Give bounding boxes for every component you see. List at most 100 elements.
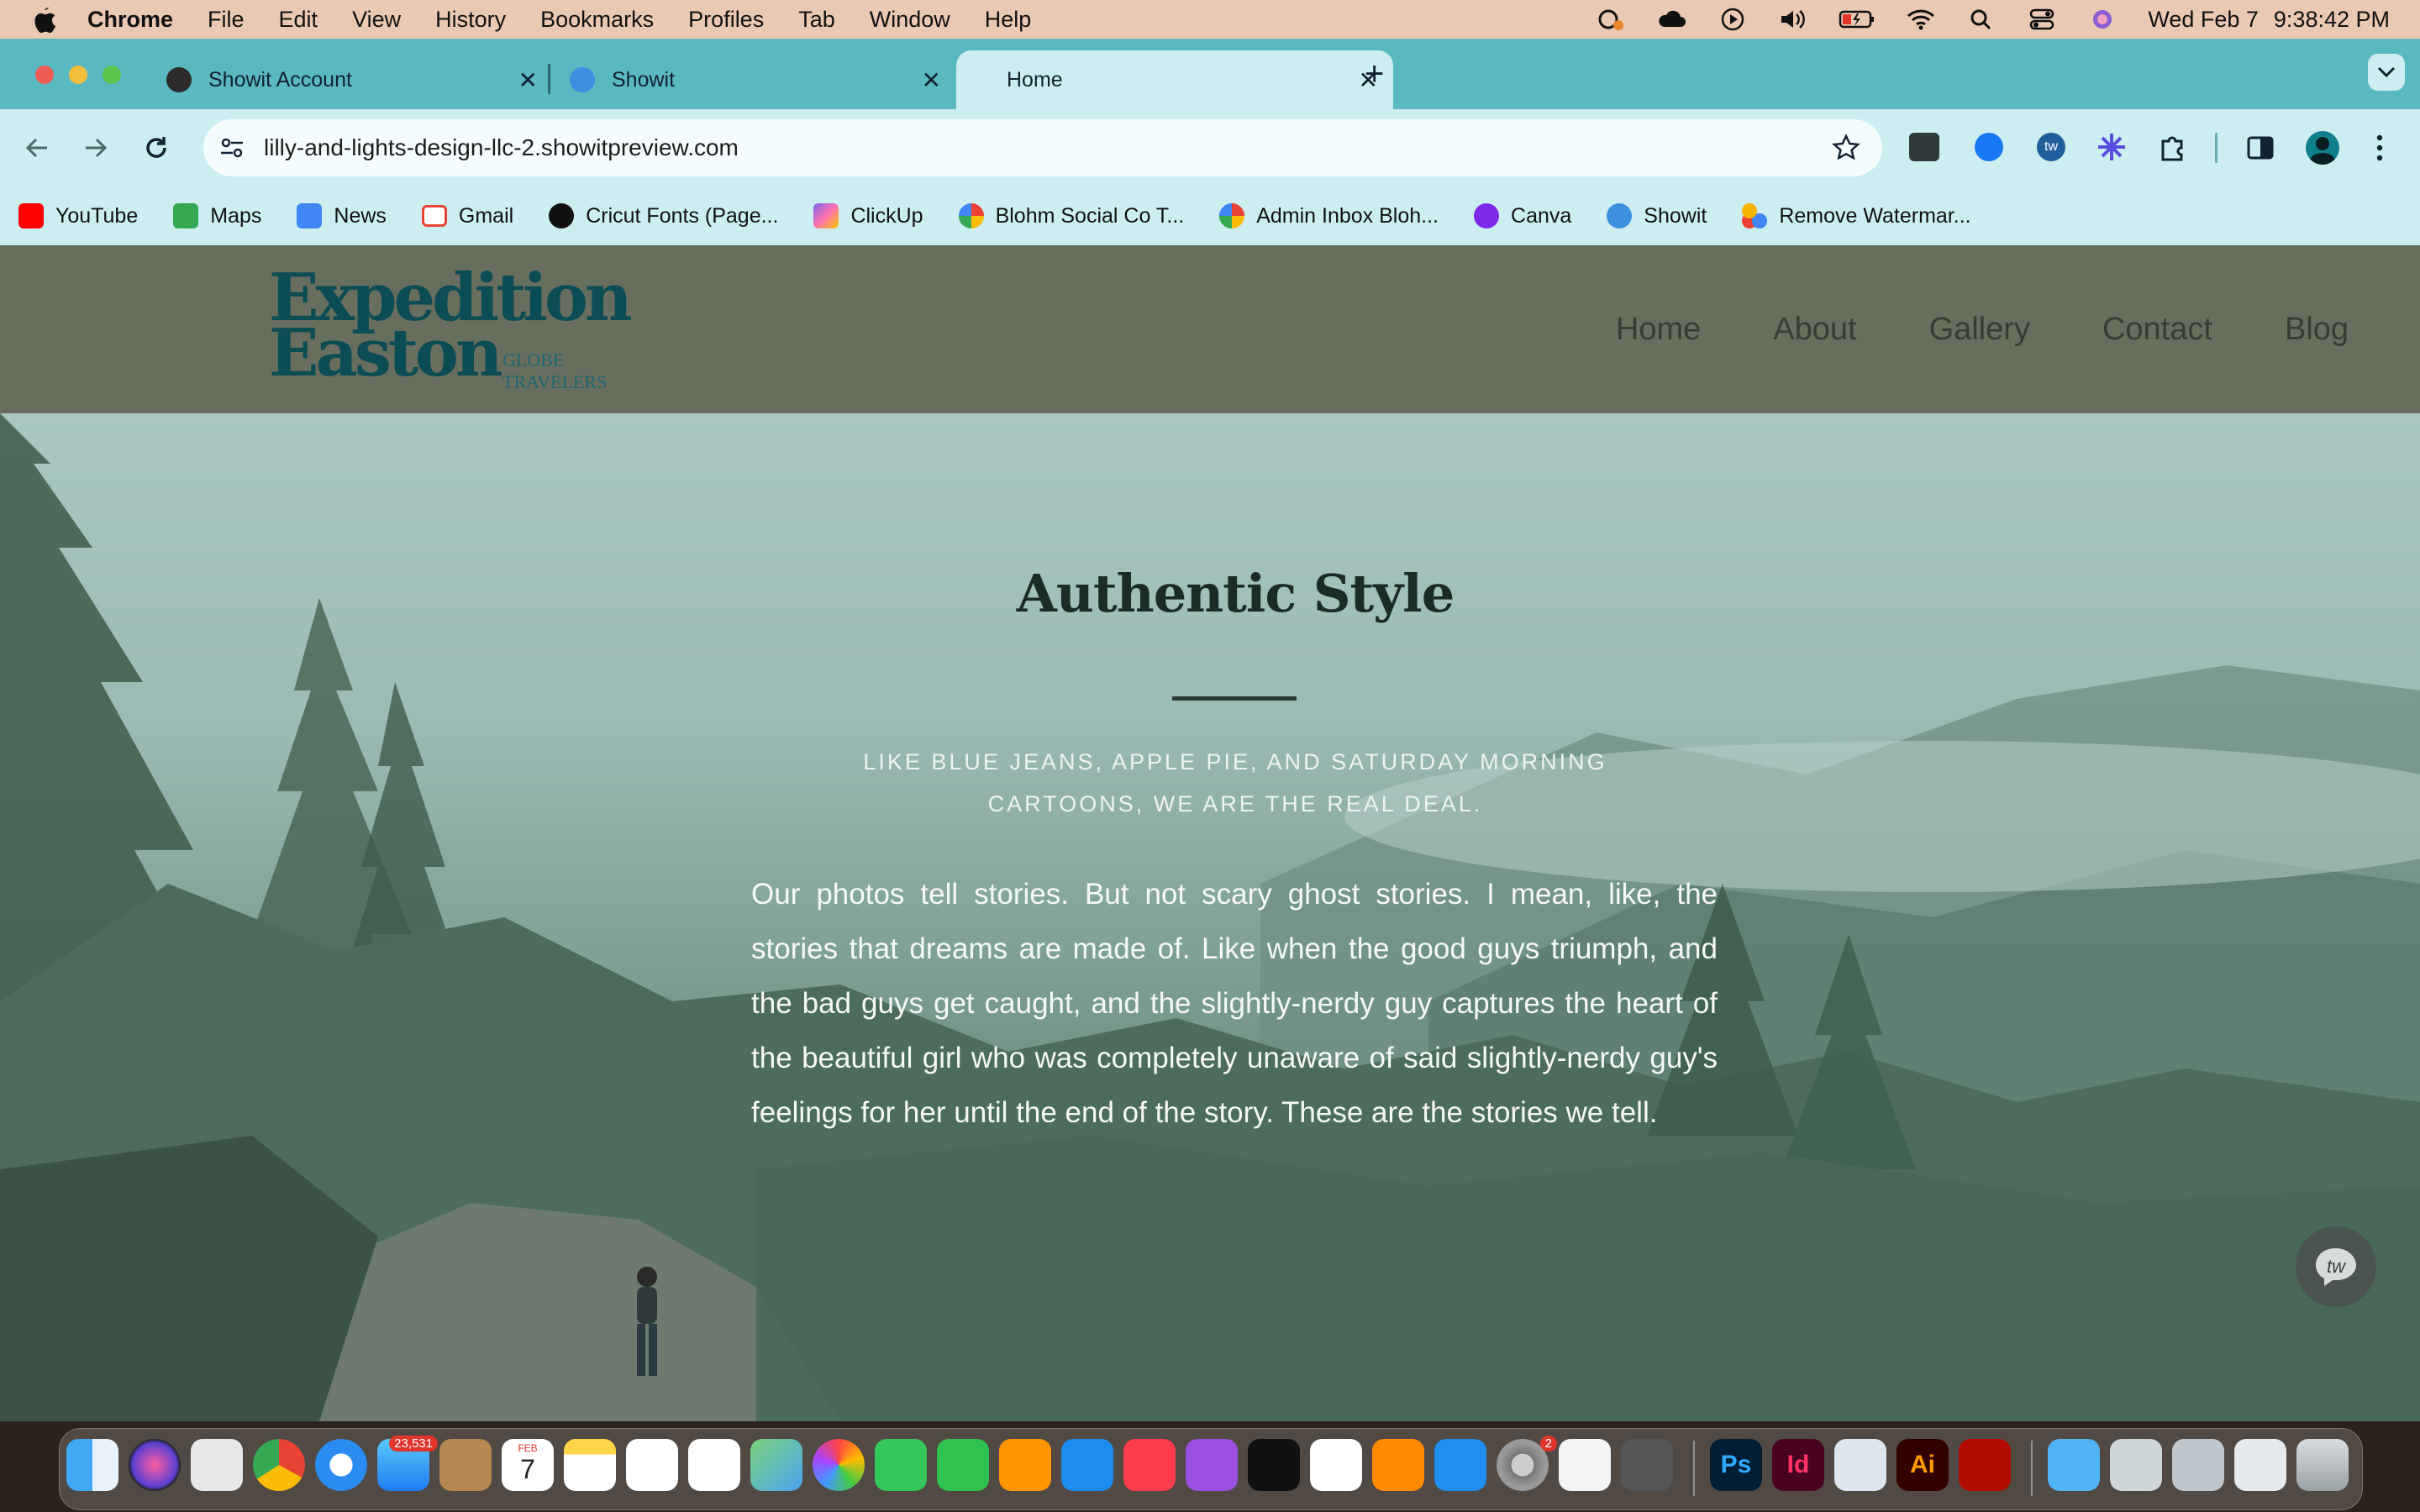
- nav-blog[interactable]: Blog: [2285, 312, 2349, 348]
- chrome-dock-icon[interactable]: [253, 1439, 305, 1491]
- site-logo[interactable]: Expedition Easton GLOBE TRAVELERS: [269, 265, 633, 393]
- cloud-icon[interactable]: [1657, 7, 1687, 32]
- preview-icon[interactable]: [1834, 1439, 1886, 1491]
- clock[interactable]: Wed Feb 7 9:38:42 PM: [2148, 7, 2390, 33]
- tv-icon[interactable]: [1248, 1439, 1300, 1491]
- contacts-icon[interactable]: [439, 1439, 492, 1491]
- play-icon[interactable]: [1718, 7, 1748, 32]
- tab-showit[interactable]: Showit ✕: [555, 50, 956, 109]
- calendar-icon[interactable]: FEB 7: [502, 1439, 554, 1491]
- menu-window[interactable]: Window: [870, 7, 950, 33]
- menu-profiles[interactable]: Profiles: [688, 7, 764, 33]
- wifi-icon[interactable]: [1906, 7, 1936, 32]
- launchpad-icon[interactable]: [191, 1439, 243, 1491]
- tab-home[interactable]: Home ✕: [956, 50, 1393, 109]
- tab-showit-account[interactable]: Showit Account ✕: [151, 50, 553, 109]
- forward-arrow-icon[interactable]: [81, 133, 111, 163]
- safari-icon[interactable]: [315, 1439, 367, 1491]
- nav-contact[interactable]: Contact: [2102, 312, 2212, 348]
- stack-icon[interactable]: [2172, 1439, 2224, 1491]
- battery-icon[interactable]: [1839, 7, 1876, 32]
- close-window-button[interactable]: [35, 66, 54, 84]
- illustrator-icon[interactable]: Ai: [1897, 1439, 1949, 1491]
- bookmark-star-icon[interactable]: [1832, 134, 1860, 162]
- menu-edit[interactable]: Edit: [279, 7, 318, 33]
- bookmark-remove-watermark[interactable]: Remove Watermar...: [1742, 203, 1971, 228]
- news-dock-icon[interactable]: [1310, 1439, 1362, 1491]
- volume-icon[interactable]: [1778, 7, 1808, 32]
- minimize-window-button[interactable]: [69, 66, 87, 84]
- bookmark-canva[interactable]: Canva: [1474, 203, 1571, 228]
- keynote-icon[interactable]: [1061, 1439, 1113, 1491]
- facetime-icon[interactable]: [937, 1439, 989, 1491]
- bookmark-admin-inbox[interactable]: Admin Inbox Bloh...: [1219, 203, 1439, 228]
- app-store-icon[interactable]: [1434, 1439, 1486, 1491]
- apple-menu-icon[interactable]: [30, 5, 57, 34]
- music-icon[interactable]: [1123, 1439, 1176, 1491]
- system-settings-icon[interactable]: 2: [1497, 1436, 1557, 1491]
- indesign-icon[interactable]: Id: [1772, 1439, 1824, 1491]
- menu-history[interactable]: History: [435, 7, 506, 33]
- profile-avatar[interactable]: [2306, 131, 2339, 165]
- bookmark-youtube[interactable]: YouTube: [18, 203, 138, 228]
- password-extension-icon[interactable]: [1909, 133, 1939, 161]
- reload-icon[interactable]: [141, 133, 171, 163]
- bookmark-gmail[interactable]: Gmail: [421, 204, 513, 228]
- tab-search-button[interactable]: [2368, 54, 2405, 91]
- nav-about[interactable]: About: [1773, 312, 1856, 348]
- mail-icon[interactable]: 23,531: [377, 1436, 438, 1491]
- finder-icon[interactable]: [66, 1439, 118, 1491]
- extensions-puzzle-icon[interactable]: [2156, 131, 2188, 163]
- photoshop-icon[interactable]: Ps: [1710, 1439, 1762, 1491]
- spotlight-search-icon[interactable]: [1966, 7, 1996, 32]
- stack-icon[interactable]: [2234, 1439, 2286, 1491]
- bookmark-blohm-social[interactable]: Blohm Social Co T...: [958, 203, 1184, 228]
- nav-home[interactable]: Home: [1616, 312, 1701, 348]
- maps-dock-icon[interactable]: [750, 1439, 802, 1491]
- site-info-icon[interactable]: [218, 134, 245, 161]
- tawk-extension-icon[interactable]: tw: [2037, 133, 2065, 161]
- grammarly-extension-icon[interactable]: [1975, 133, 2003, 161]
- new-tab-button[interactable]: +: [1365, 55, 1384, 93]
- freeform-icon[interactable]: [626, 1439, 678, 1491]
- pages-icon[interactable]: [999, 1439, 1051, 1491]
- nav-gallery[interactable]: Gallery: [1929, 312, 2030, 348]
- bookmark-cricut-fonts[interactable]: Cricut Fonts (Page...: [549, 203, 778, 228]
- creative-cloud-icon[interactable]: [1597, 7, 1627, 32]
- menu-chrome[interactable]: Chrome: [87, 7, 173, 33]
- control-center-icon[interactable]: [2027, 7, 2057, 32]
- bookmark-label: Maps: [210, 203, 262, 228]
- podcasts-icon[interactable]: [1186, 1439, 1238, 1491]
- bookmark-news[interactable]: News: [297, 203, 387, 228]
- downloads-folder-icon[interactable]: [2048, 1439, 2100, 1491]
- chrome-menu-icon[interactable]: [2371, 133, 2388, 163]
- close-tab-icon[interactable]: ✕: [518, 66, 538, 94]
- zoom-window-button[interactable]: [103, 66, 121, 84]
- bookmark-maps[interactable]: Maps: [173, 203, 261, 228]
- menu-file[interactable]: File: [208, 7, 245, 33]
- menu-tab[interactable]: Tab: [798, 7, 835, 33]
- chat-widget-button[interactable]: tw: [2296, 1226, 2376, 1307]
- trash-icon[interactable]: [2296, 1439, 2349, 1491]
- siri-icon[interactable]: [2087, 7, 2118, 32]
- siri-dock-icon[interactable]: [129, 1439, 181, 1491]
- address-bar[interactable]: lilly-and-lights-design-llc-2.showitprev…: [203, 119, 1882, 176]
- close-tab-icon[interactable]: ✕: [922, 66, 941, 94]
- sparkle-extension-icon[interactable]: [2096, 131, 2128, 163]
- textedit-icon[interactable]: [1559, 1439, 1611, 1491]
- acrobat-icon[interactable]: [1959, 1439, 2011, 1491]
- bookmark-clickup[interactable]: ClickUp: [813, 203, 923, 228]
- back-arrow-icon[interactable]: [22, 133, 52, 163]
- notes-icon[interactable]: [564, 1439, 616, 1491]
- menu-view[interactable]: View: [352, 7, 401, 33]
- bookmark-showit[interactable]: Showit: [1607, 203, 1707, 228]
- photos-icon[interactable]: [813, 1439, 865, 1491]
- menu-bookmarks[interactable]: Bookmarks: [540, 7, 654, 33]
- stack-icon[interactable]: [2110, 1439, 2162, 1491]
- side-panel-icon[interactable]: [2245, 133, 2275, 163]
- messages-icon[interactable]: [875, 1439, 927, 1491]
- reminders-icon[interactable]: [688, 1439, 740, 1491]
- screenshot-icon[interactable]: [1621, 1439, 1673, 1491]
- books-icon[interactable]: [1372, 1439, 1424, 1491]
- menu-help[interactable]: Help: [985, 7, 1032, 33]
